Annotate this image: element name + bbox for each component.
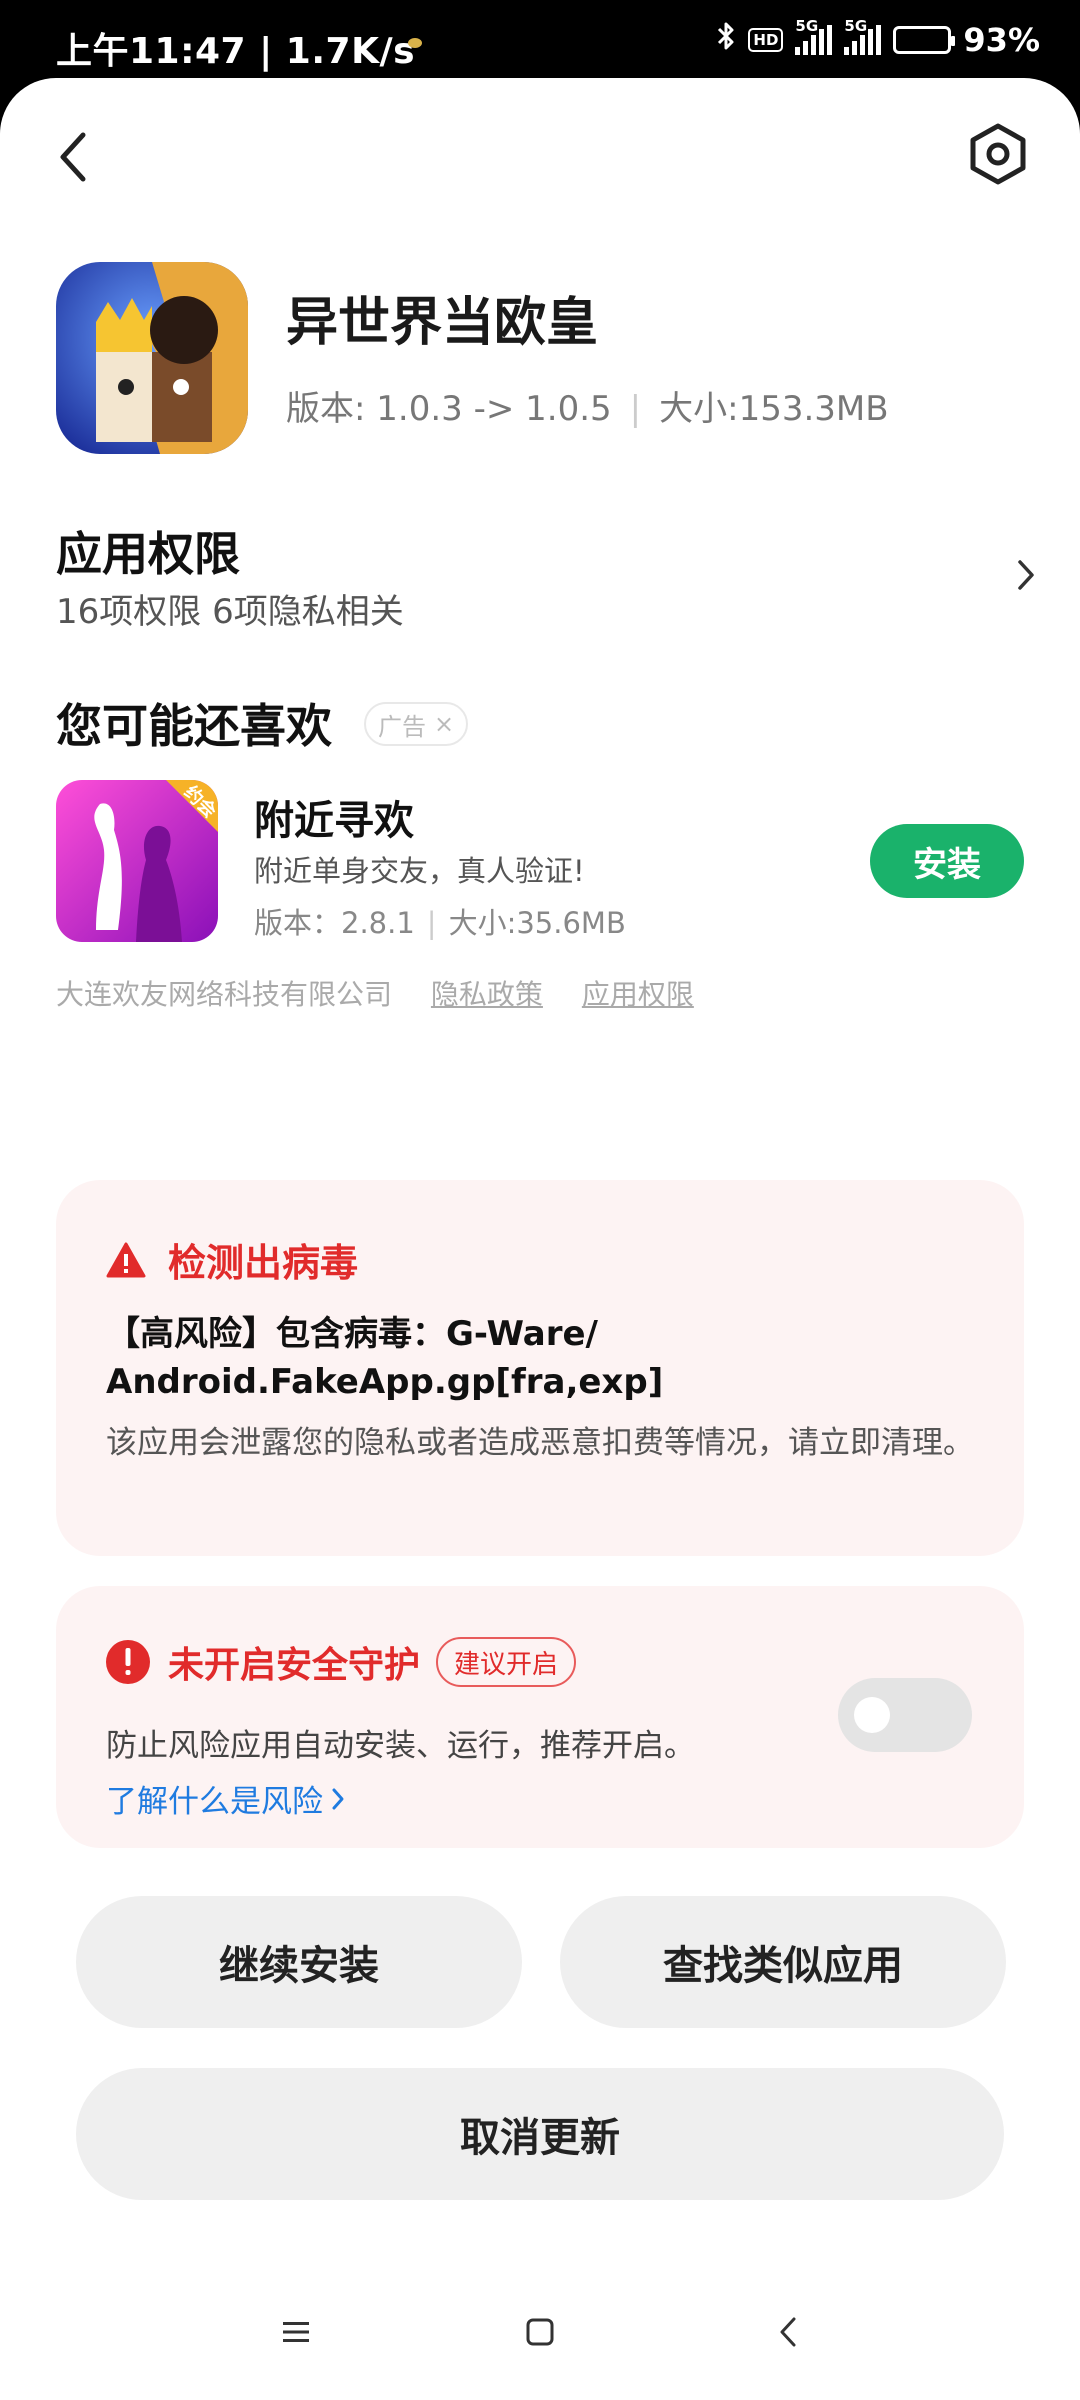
app-name: 异世界当欧皇: [286, 293, 599, 353]
app-version: 版本: 1.0.3 -> 1.0.5: [286, 389, 612, 429]
continue-install-button[interactable]: 继续安装: [76, 1896, 522, 2028]
app-icon: [56, 262, 248, 454]
protection-description: 防止风险应用自动安装、运行，推荐开启。: [106, 1728, 695, 1764]
ad-tag[interactable]: 广告 ×: [364, 702, 469, 746]
virus-warning-card: 检测出病毒 【高风险】包含病毒：G-Ware/ Android.FakeApp.…: [56, 1180, 1024, 1556]
chevron-right-icon: [1018, 560, 1034, 590]
recents-button[interactable]: [266, 2302, 326, 2362]
virus-warning-title: 检测出病毒: [168, 1241, 359, 1285]
developer-name: 大连欢友网络科技有限公司: [56, 978, 393, 1011]
settings-button[interactable]: [962, 118, 1034, 190]
battery-icon: [893, 26, 956, 54]
nav-back-button[interactable]: [758, 2302, 818, 2362]
recommend-app-meta: 版本：2.8.1 | 大小:35.6MB: [254, 906, 626, 940]
recommend-app-description: 附近单身交友，真人验证!: [254, 854, 585, 888]
protection-toggle[interactable]: [838, 1678, 972, 1752]
back-triangle-icon: [780, 2317, 796, 2347]
recommend-app-icon[interactable]: 约会: [56, 780, 218, 942]
recommend-app-name[interactable]: 附近寻欢: [254, 788, 414, 846]
learn-risk-link[interactable]: 了解什么是风险: [106, 1776, 345, 1821]
app-size: 大小:153.3MB: [659, 389, 889, 429]
recommend-links: 大连欢友网络科技有限公司 隐私政策 应用权限: [56, 973, 694, 1013]
signal-icon-2: 5G: [844, 17, 882, 55]
protection-title: 未开启安全守护: [168, 1645, 421, 1686]
find-similar-button[interactable]: 查找类似应用: [560, 1896, 1006, 2028]
status-time-speed: 上午11:47 | 1.7K/s: [56, 31, 416, 72]
status-icons: HD 5G 5G 93%: [716, 17, 1040, 60]
hexagon-settings-icon: [970, 123, 1026, 185]
cancel-update-button[interactable]: 取消更新: [76, 2068, 1004, 2200]
virus-description: 该应用会泄露您的隐私或者造成恶意扣费等情况，请立即清理。: [106, 1425, 974, 1461]
install-sheet: 异世界当欧皇 版本: 1.0.3 -> 1.0.5 | 大小:153.3MB 应用权…: [0, 78, 1080, 2400]
signal-icon: 5G: [795, 17, 833, 55]
toggle-knob: [854, 1697, 890, 1733]
permissions-summary: 16项权限 6项隐私相关: [56, 592, 404, 632]
status-bar: 上午11:47 | 1.7K/s HD 5G 5G 93%: [0, 0, 1080, 80]
permissions-title: 应用权限: [56, 527, 240, 581]
menu-icon: [283, 2322, 309, 2342]
close-icon: ×: [434, 710, 455, 738]
battery-percent: 93%: [963, 21, 1040, 59]
back-button[interactable]: [48, 122, 98, 192]
suggest-enable-chip[interactable]: 建议开启: [436, 1637, 577, 1687]
privacy-policy-link[interactable]: 隐私政策: [431, 978, 543, 1011]
notification-dot-icon: [408, 38, 422, 48]
permissions-row[interactable]: 应用权限 16项权限 6项隐私相关: [56, 518, 1036, 638]
navigation-bar: [0, 2262, 1080, 2400]
ad-label: 广告: [378, 712, 426, 741]
protection-card: 未开启安全守护 建议开启 防止风险应用自动安装、运行，推荐开启。 了解什么是风险: [56, 1586, 1024, 1848]
alert-circle-icon: [106, 1640, 150, 1684]
chevron-right-icon: [332, 1788, 344, 1809]
bluetooth-icon: [716, 20, 736, 60]
learn-risk-label: 了解什么是风险: [106, 1784, 323, 1820]
warning-triangle-icon: [106, 1242, 146, 1277]
recommend-app-version: 版本：2.8.1: [254, 906, 415, 940]
recommend-title: 您可能还喜欢: [56, 699, 332, 753]
virus-risk-text: 【高风险】包含病毒：G-Ware/ Android.FakeApp.gp[fra…: [106, 1314, 664, 1402]
app-permissions-link[interactable]: 应用权限: [582, 978, 694, 1011]
recommend-app-size: 大小:35.6MB: [448, 906, 626, 940]
install-button[interactable]: 安装: [870, 824, 1024, 898]
app-meta: 版本: 1.0.3 -> 1.0.5 | 大小:153.3MB: [286, 389, 889, 429]
home-button[interactable]: [510, 2302, 570, 2362]
hd-icon: HD: [748, 28, 784, 52]
virus-warning-header: 检测出病毒: [106, 1232, 358, 1287]
chevron-left-icon: [60, 132, 86, 182]
home-square-icon: [526, 2318, 554, 2346]
protection-header: 未开启安全守护 建议开启: [104, 1636, 577, 1688]
